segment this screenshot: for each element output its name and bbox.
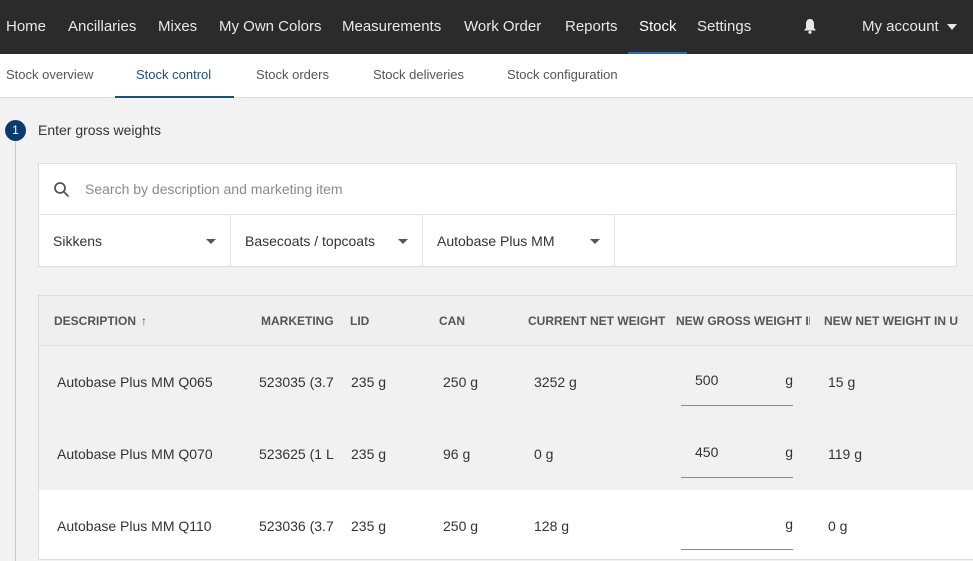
column-header-current-net-weight[interactable]: CURRENT NET WEIGHT xyxy=(528,296,668,346)
step-connector-line xyxy=(15,141,16,561)
search-icon xyxy=(53,181,71,199)
column-header-lid[interactable]: LID xyxy=(350,296,430,346)
tab-stock-deliveries[interactable]: Stock deliveries xyxy=(373,54,464,97)
step-title: Enter gross weights xyxy=(38,122,161,138)
chevron-down-icon xyxy=(206,239,216,244)
nav-stock[interactable]: Stock xyxy=(639,0,677,54)
product-line-select-value: Autobase Plus MM xyxy=(437,233,555,249)
nav-my-own-colors[interactable]: My Own Colors xyxy=(219,0,322,54)
cell-lid: 235 g xyxy=(351,446,387,462)
nav-reports[interactable]: Reports xyxy=(565,0,618,54)
tab-stock-control[interactable]: Stock control xyxy=(136,54,211,97)
table-row: Autobase Plus MM Q110 523036 (3.7 235 g … xyxy=(39,490,973,559)
cell-description: Autobase Plus MM Q065 xyxy=(57,374,213,390)
nav-work-order[interactable]: Work Order xyxy=(464,0,541,54)
search-input[interactable] xyxy=(85,176,945,202)
table-row: Autobase Plus MM Q065 523035 (3.7 235 g … xyxy=(39,346,973,418)
sort-ascending-icon: ↑ xyxy=(141,314,148,328)
chevron-down-icon xyxy=(590,239,600,244)
cell-marketing: 523625 (1 L xyxy=(259,446,334,462)
cell-current-net-weight: 128 g xyxy=(534,518,570,534)
nav-home[interactable]: Home xyxy=(6,0,46,54)
nav-ancillaries[interactable]: Ancillaries xyxy=(68,0,136,54)
chevron-down-icon xyxy=(398,239,408,244)
stock-control-table: DESCRIPTION ↑ MARKETING LID CAN CURRENT N… xyxy=(38,295,973,560)
new-gross-weight-input[interactable] xyxy=(695,512,755,536)
bell-icon[interactable] xyxy=(803,18,817,34)
my-account-label: My account xyxy=(862,18,939,35)
table-header: DESCRIPTION ↑ MARKETING LID CAN CURRENT N… xyxy=(39,296,973,346)
cell-description: Autobase Plus MM Q110 xyxy=(57,518,212,534)
top-navigation-bar: Home Ancillaries Mixes My Own Colors Mea… xyxy=(0,0,973,54)
cell-lid: 235 g xyxy=(351,518,387,534)
unit-label: g xyxy=(785,372,793,388)
stock-subnav: Stock overview Stock control Stock order… xyxy=(0,54,973,98)
category-select-value: Basecoats / topcoats xyxy=(245,233,375,249)
active-tab-indicator xyxy=(115,96,234,98)
column-header-new-net-weight[interactable]: NEW NET WEIGHT IN U xyxy=(824,296,973,346)
product-line-select[interactable]: Autobase Plus MM xyxy=(423,215,615,267)
table-row: Autobase Plus MM Q070 523625 (1 L 235 g … xyxy=(39,418,973,490)
tab-stock-overview[interactable]: Stock overview xyxy=(6,54,93,97)
cell-new-net-weight: 0 g xyxy=(828,518,848,534)
new-gross-weight-field: g xyxy=(681,502,793,550)
my-account-menu[interactable]: My account xyxy=(862,0,957,54)
nav-settings[interactable]: Settings xyxy=(697,0,751,54)
category-select[interactable]: Basecoats / topcoats xyxy=(231,215,423,267)
column-header-description[interactable]: DESCRIPTION ↑ xyxy=(54,296,249,346)
new-gross-weight-input[interactable] xyxy=(695,368,755,392)
unit-label: g xyxy=(785,444,793,460)
unit-label: g xyxy=(785,516,793,532)
new-gross-weight-input[interactable] xyxy=(695,440,755,464)
cell-lid: 235 g xyxy=(351,374,387,390)
nav-measurements[interactable]: Measurements xyxy=(342,0,441,54)
cell-marketing: 523036 (3.7 xyxy=(259,518,334,534)
column-header-new-gross-weight[interactable]: NEW GROSS WEIGHT IN xyxy=(676,296,810,346)
tab-stock-orders[interactable]: Stock orders xyxy=(256,54,329,97)
brand-select-value: Sikkens xyxy=(53,233,103,249)
search-row xyxy=(39,164,956,215)
cell-can: 250 g xyxy=(443,374,479,390)
cell-current-net-weight: 0 g xyxy=(534,446,554,462)
cell-can: 250 g xyxy=(443,518,479,534)
caret-down-icon xyxy=(946,24,957,31)
new-gross-weight-field: g xyxy=(681,430,793,478)
filter-panel: Sikkens Basecoats / topcoats Autobase Pl… xyxy=(38,163,957,267)
cell-can: 96 g xyxy=(443,446,471,462)
column-header-can[interactable]: CAN xyxy=(439,296,519,346)
cell-new-net-weight: 15 g xyxy=(828,374,856,390)
tab-stock-configuration[interactable]: Stock configuration xyxy=(507,54,618,97)
column-header-marketing[interactable]: MARKETING xyxy=(261,296,336,346)
brand-select[interactable]: Sikkens xyxy=(39,215,231,267)
cell-current-net-weight: 3252 g xyxy=(534,374,577,390)
nav-mixes[interactable]: Mixes xyxy=(158,0,197,54)
cell-new-net-weight: 119 g xyxy=(828,446,862,462)
new-gross-weight-field: g xyxy=(681,358,793,406)
cell-marketing: 523035 (3.7 xyxy=(259,374,334,390)
step-number-badge: 1 xyxy=(5,120,26,141)
cell-description: Autobase Plus MM Q070 xyxy=(57,446,213,462)
